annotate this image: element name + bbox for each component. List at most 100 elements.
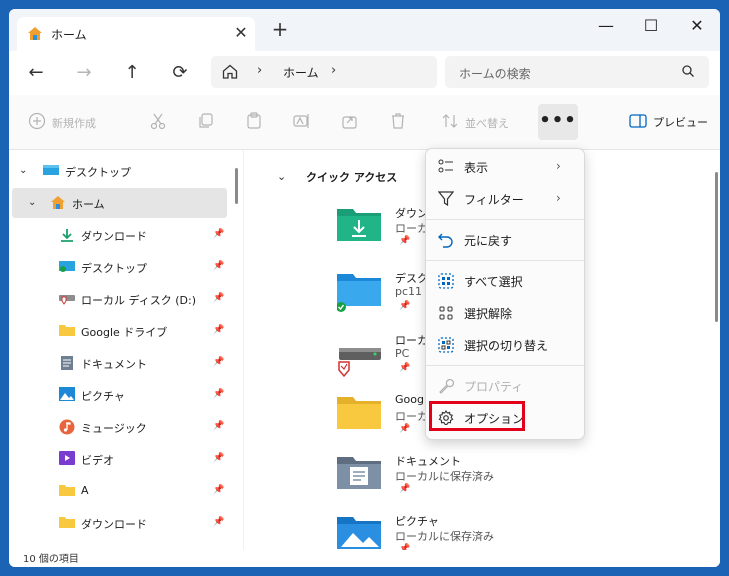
sidebar-scrollbar[interactable] bbox=[235, 168, 238, 204]
tab-home[interactable]: ホーム ✕ bbox=[17, 17, 255, 51]
item-name: ドキュメント bbox=[395, 455, 461, 468]
desktop-folder-icon bbox=[336, 272, 383, 317]
paste-button[interactable] bbox=[245, 112, 263, 133]
sidebar-item-google-drive[interactable]: Google ドライブ 📌 bbox=[9, 316, 227, 346]
back-button[interactable]: ← bbox=[26, 63, 46, 83]
tab-title: ホーム bbox=[51, 28, 87, 42]
file-explorer-window: ホーム ✕ + — ☐ ✕ ← → ↑ ⟳ › ホーム › ホームの検索 新規作… bbox=[9, 9, 720, 567]
maximize-button[interactable]: ☐ bbox=[636, 15, 666, 37]
sidebar-item-label: ダウンロード bbox=[81, 230, 147, 243]
new-button[interactable]: 新規作成 bbox=[28, 112, 96, 133]
pin-icon[interactable]: 📌 bbox=[213, 357, 224, 367]
menu-item-label: すべて選択 bbox=[464, 275, 523, 289]
menu-item-select-none[interactable]: 選択解除 bbox=[426, 297, 584, 329]
pin-icon: 📌 bbox=[399, 236, 411, 246]
plus-circle-icon bbox=[28, 112, 46, 130]
drive-icon bbox=[337, 334, 383, 381]
chevron-right-icon[interactable]: › bbox=[331, 63, 336, 78]
chevron-down-icon[interactable]: ⌄ bbox=[19, 165, 27, 176]
new-tab-button[interactable]: + bbox=[269, 18, 291, 40]
copy-icon bbox=[199, 113, 213, 128]
list-item[interactable]: ピクチャ ローカルに保存済み 📌 bbox=[337, 513, 637, 550]
item-location: pc11 bbox=[395, 285, 423, 298]
folder-icon bbox=[59, 323, 75, 340]
pin-icon[interactable]: 📌 bbox=[213, 421, 224, 431]
list-item[interactable]: ドキュメント ローカルに保存済み 📌 bbox=[337, 453, 637, 511]
menu-item-undo[interactable]: 元に戻す bbox=[426, 224, 584, 256]
search-input[interactable]: ホームの検索 bbox=[459, 65, 531, 82]
menu-item-label: 選択の切り替え bbox=[464, 339, 549, 353]
highlight-box bbox=[429, 401, 525, 431]
pin-icon: 📌 bbox=[399, 363, 411, 373]
select-none-icon bbox=[438, 305, 454, 324]
sidebar-item-desktop[interactable]: デスクトップ 📌 bbox=[9, 252, 227, 282]
sort-button[interactable]: 並べ替え bbox=[441, 112, 509, 133]
menu-item-select-all[interactable]: すべて選択 bbox=[426, 265, 584, 297]
pin-icon: 📌 bbox=[399, 424, 411, 434]
chevron-down-icon[interactable]: ⌄ bbox=[28, 197, 36, 208]
menu-separator bbox=[426, 365, 584, 366]
menu-item-invert-selection[interactable]: 選択の切り替え bbox=[426, 329, 584, 361]
item-location: PC bbox=[395, 347, 410, 360]
pane-divider[interactable] bbox=[243, 150, 244, 550]
chevron-down-icon[interactable]: ⌄ bbox=[277, 170, 286, 183]
sidebar-item-music[interactable]: ミュージック 📌 bbox=[9, 412, 227, 442]
sidebar-item-label: デスクトップ bbox=[65, 166, 131, 179]
sidebar-item-label: ホーム bbox=[72, 198, 105, 211]
search-box[interactable]: ホームの検索 bbox=[445, 56, 709, 88]
share-button[interactable] bbox=[341, 112, 359, 133]
cut-icon bbox=[150, 113, 166, 130]
sidebar-item-local-disk-d[interactable]: ローカル ディスク (D:) 📌 bbox=[9, 284, 227, 314]
up-button[interactable]: ↑ bbox=[122, 63, 142, 83]
sidebar-item-videos[interactable]: ビデオ 📌 bbox=[9, 444, 227, 474]
sidebar-item-label: デスクトップ bbox=[81, 262, 147, 275]
sidebar-item-pictures[interactable]: ピクチャ 📌 bbox=[9, 380, 227, 410]
preview-button[interactable]: プレビュー bbox=[629, 113, 708, 132]
menu-item-label: 元に戻す bbox=[464, 234, 513, 248]
pin-icon[interactable]: 📌 bbox=[213, 261, 224, 271]
tab-close-button[interactable]: ✕ bbox=[231, 23, 251, 42]
minimize-button[interactable]: — bbox=[591, 15, 621, 37]
sidebar-item-label: ドキュメント bbox=[81, 358, 147, 371]
pin-icon[interactable]: 📌 bbox=[213, 229, 224, 239]
pin-icon[interactable]: 📌 bbox=[213, 325, 224, 335]
menu-item-properties[interactable]: プロパティ bbox=[426, 370, 584, 402]
pin-icon[interactable]: 📌 bbox=[213, 293, 224, 303]
sidebar-item-a[interactable]: A 📌 bbox=[9, 476, 227, 506]
menu-item-label: 選択解除 bbox=[464, 307, 513, 321]
sidebar-item-label: A bbox=[81, 484, 89, 497]
folder-icon bbox=[59, 483, 75, 500]
menu-separator bbox=[426, 260, 584, 261]
pin-icon[interactable]: 📌 bbox=[213, 389, 224, 399]
sidebar-item-desktop-root[interactable]: ⌄ デスクトップ bbox=[9, 156, 227, 186]
menu-item-view[interactable]: 表示 › bbox=[426, 151, 584, 183]
rename-icon bbox=[293, 114, 309, 128]
close-window-button[interactable]: ✕ bbox=[682, 15, 712, 37]
refresh-button[interactable]: ⟳ bbox=[170, 63, 190, 83]
content-scrollbar[interactable] bbox=[715, 172, 718, 322]
copy-button[interactable] bbox=[197, 112, 215, 133]
menu-item-filter[interactable]: フィルター › bbox=[426, 183, 584, 215]
pin-icon[interactable]: 📌 bbox=[213, 485, 224, 495]
sidebar-item-downloads[interactable]: ダウンロード 📌 bbox=[9, 220, 227, 250]
download-folder-icon bbox=[337, 207, 381, 246]
folder-icon bbox=[337, 395, 381, 434]
chevron-right-icon[interactable]: › bbox=[257, 63, 262, 78]
pin-icon[interactable]: 📌 bbox=[213, 453, 224, 463]
desktop-icon bbox=[59, 259, 75, 276]
pin-icon[interactable]: 📌 bbox=[213, 517, 224, 527]
address-bar[interactable]: › ホーム › bbox=[211, 56, 437, 88]
rename-button[interactable] bbox=[293, 112, 311, 133]
more-options-button[interactable]: ••• bbox=[538, 104, 578, 140]
menu-item-label: 表示 bbox=[464, 161, 489, 175]
cut-button[interactable] bbox=[149, 112, 167, 133]
home-icon bbox=[50, 195, 66, 213]
sidebar-item-home[interactable]: ⌄ ホーム bbox=[12, 188, 227, 218]
section-title: クイック アクセス bbox=[306, 171, 398, 184]
sidebar-item-download-folder[interactable]: ダウンロード 📌 bbox=[9, 508, 227, 538]
delete-button[interactable] bbox=[389, 112, 407, 133]
forward-button[interactable]: → bbox=[74, 63, 94, 83]
sidebar-item-label: ミュージック bbox=[81, 422, 147, 435]
sidebar-item-documents[interactable]: ドキュメント 📌 bbox=[9, 348, 227, 378]
breadcrumb[interactable]: ホーム bbox=[283, 64, 319, 81]
